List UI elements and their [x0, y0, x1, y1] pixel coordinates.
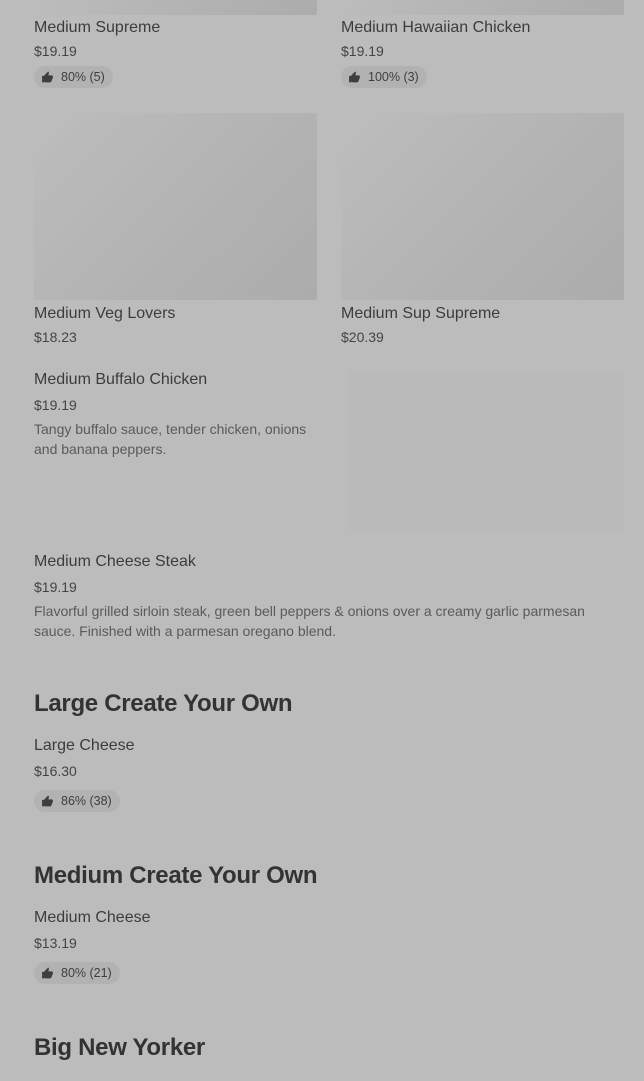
item-name[interactable]: Medium Cheese Steak: [34, 553, 196, 571]
thumbs-up-icon: [42, 967, 53, 978]
item-price: $19.19: [34, 579, 77, 595]
section-title: Large Create Your Own: [34, 690, 293, 717]
rating-badge: 80% (21): [34, 962, 120, 984]
item-image-medium-hawaiian-chicken[interactable]: [341, 0, 624, 15]
item-name[interactable]: Medium Cheese: [34, 909, 151, 927]
section-title: Big New Yorker: [34, 1034, 205, 1061]
item-name[interactable]: Medium Buffalo Chicken: [34, 371, 207, 389]
rating-text: 80% (5): [61, 70, 105, 84]
item-image-medium-sup-supreme[interactable]: [341, 113, 624, 300]
item-image-medium-veg-lovers[interactable]: [34, 113, 317, 300]
rating-badge: 80% (5): [34, 66, 113, 88]
item-price: $13.19: [34, 935, 77, 951]
thumbs-up-icon: [349, 71, 360, 82]
item-price: $20.39: [341, 329, 384, 345]
rating-badge: 100% (3): [341, 66, 427, 88]
rating-text: 100% (3): [368, 70, 419, 84]
item-name[interactable]: Medium Veg Lovers: [34, 305, 175, 323]
thumbs-up-icon: [42, 71, 53, 82]
item-description: Tangy buffalo sauce, tender chicken, oni…: [34, 421, 307, 457]
thumbs-up-icon: [42, 795, 53, 806]
item-image-medium-buffalo-chicken[interactable]: [348, 370, 624, 530]
item-description: Flavorful grilled sirloin steak, green b…: [34, 603, 585, 639]
rating-badge: 86% (38): [34, 790, 120, 812]
rating-text: 86% (38): [61, 794, 112, 808]
item-price: $16.30: [34, 763, 77, 779]
item-name[interactable]: Medium Hawaiian Chicken: [341, 19, 530, 37]
item-name[interactable]: Large Cheese: [34, 737, 135, 755]
item-image-medium-supreme[interactable]: [34, 0, 317, 15]
item-price: $18.23: [34, 329, 77, 345]
section-title: Medium Create Your Own: [34, 862, 318, 889]
item-price: $19.19: [34, 43, 77, 59]
item-price: $19.19: [341, 43, 384, 59]
item-price: $19.19: [34, 397, 77, 413]
item-name[interactable]: Medium Sup Supreme: [341, 305, 500, 323]
rating-text: 80% (21): [61, 966, 112, 980]
item-name[interactable]: Medium Supreme: [34, 19, 160, 37]
